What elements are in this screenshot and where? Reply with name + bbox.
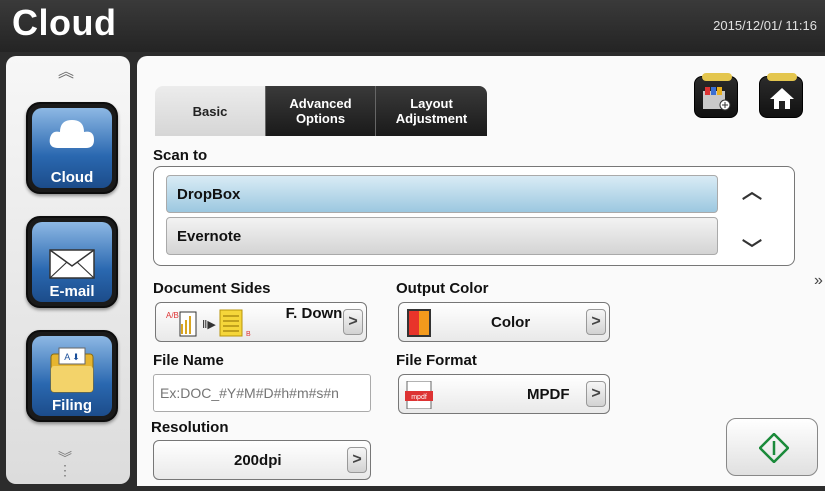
folder-icon: A ⬇: [28, 346, 116, 396]
more-arrow-icon[interactable]: »: [814, 272, 823, 290]
page-title: Cloud: [12, 2, 117, 43]
scan-to-label: Scan to: [153, 147, 208, 164]
color-page-icon: [405, 307, 439, 344]
pdf-file-icon: mpdf: [405, 380, 439, 414]
home-button[interactable]: [759, 73, 803, 118]
scroll-down-icon[interactable]: ︾ ⋮: [58, 451, 72, 477]
output-color-label: Output Color: [396, 280, 489, 297]
output-color-value: Color: [491, 314, 531, 331]
envelope-icon: [28, 244, 116, 280]
chevron-right-icon[interactable]: >: [343, 309, 363, 335]
chevron-down-icon[interactable]: ﹀: [742, 233, 762, 262]
document-sides-icon: A/B Ⅱ▶ B: [164, 306, 274, 345]
resolution-value: 200dpi: [234, 452, 282, 469]
datetime-display: 2015/12/01/ 11:16: [713, 18, 817, 33]
chevron-right-icon[interactable]: >: [586, 309, 606, 335]
svg-text:mpdf: mpdf: [411, 394, 427, 401]
file-format-value: MPDF: [527, 386, 570, 403]
cloud-icon: [28, 114, 116, 152]
scan-target-evernote[interactable]: Evernote: [166, 217, 718, 255]
output-color-selector[interactable]: Color >: [398, 302, 610, 342]
document-sides-value: F. Down: [285, 305, 343, 322]
tab-layout-adjustment[interactable]: Layout Adjustment: [375, 86, 487, 136]
file-name-field-wrapper: [153, 374, 371, 412]
sidebar-item-email[interactable]: E-mail: [26, 216, 118, 308]
app-window: Cloud 2015/12/01/ 11:16 ︽ Cloud E-mail A…: [0, 0, 825, 491]
tab-basic[interactable]: Basic: [155, 86, 265, 136]
resolution-label: Resolution: [151, 419, 229, 436]
scan-to-list: DropBox Evernote ︿ ﹀: [153, 166, 795, 266]
cloud-manager-button[interactable]: [694, 73, 738, 118]
file-name-label: File Name: [153, 352, 224, 369]
sidebar-item-label: Filing: [52, 397, 92, 414]
tab-advanced-options[interactable]: Advanced Options: [265, 86, 375, 136]
settings-panel: Basic Advanced Options Layout Adjustment…: [137, 56, 825, 486]
file-format-selector[interactable]: mpdf MPDF >: [398, 374, 610, 414]
top-bar: Cloud 2015/12/01/ 11:16: [0, 0, 825, 52]
scroll-up-icon[interactable]: ︽: [58, 58, 74, 82]
resolution-selector[interactable]: 200dpi >: [153, 440, 371, 480]
file-name-input[interactable]: [154, 375, 370, 411]
svg-text:B: B: [246, 331, 251, 338]
sidebar: ︽ Cloud E-mail A ⬇ Filing ︾ ⋮: [6, 56, 130, 484]
start-scan-button[interactable]: [726, 418, 818, 476]
chevron-up-icon[interactable]: ︿: [742, 175, 762, 204]
sidebar-item-filing[interactable]: A ⬇ Filing: [26, 330, 118, 422]
scan-target-dropbox[interactable]: DropBox: [166, 175, 718, 213]
svg-text:A/B: A/B: [166, 311, 179, 320]
sidebar-item-cloud[interactable]: Cloud: [26, 102, 118, 194]
svg-text:A ⬇: A ⬇: [64, 352, 80, 362]
sidebar-item-label: Cloud: [50, 169, 94, 186]
document-sides-selector[interactable]: A/B Ⅱ▶ B F. Down >: [155, 302, 367, 342]
sidebar-item-label: E-mail: [49, 283, 95, 300]
document-sides-label: Document Sides: [153, 280, 271, 297]
card-index-icon: [703, 87, 731, 116]
home-icon: [769, 86, 795, 115]
chevron-right-icon[interactable]: >: [347, 447, 367, 473]
start-diamond-icon: [758, 432, 790, 468]
chevron-right-icon[interactable]: >: [586, 381, 606, 407]
svg-text:Ⅱ▶: Ⅱ▶: [202, 319, 216, 331]
file-format-label: File Format: [396, 352, 477, 369]
